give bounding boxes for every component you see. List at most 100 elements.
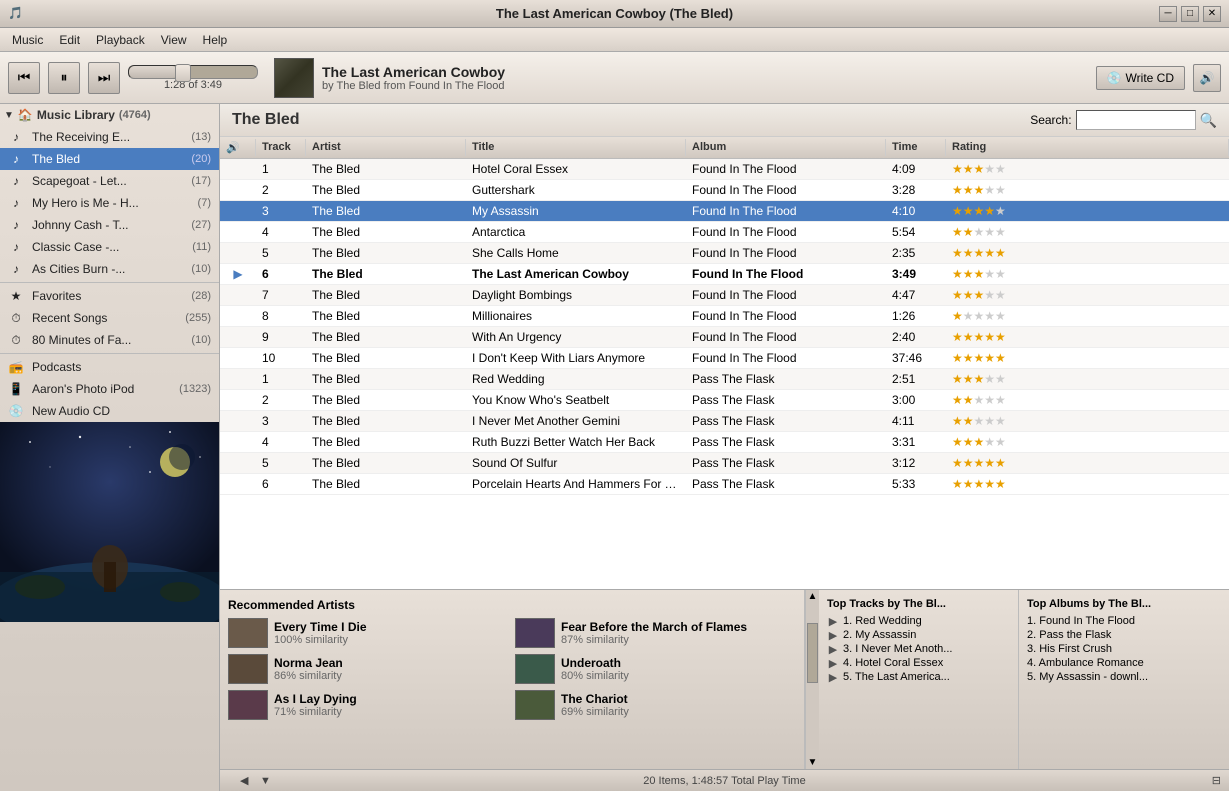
table-row[interactable]: 2 The Bled Guttershark Found In The Floo… <box>220 180 1229 201</box>
next-button[interactable]: ⏭ <box>88 62 120 94</box>
maximize-button[interactable]: □ <box>1181 6 1199 22</box>
list-item[interactable]: 2. Pass the Flask <box>1027 628 1221 642</box>
track-play-button[interactable]: ▶ <box>827 629 839 641</box>
row-rating[interactable]: ★★★★★ <box>946 285 1229 305</box>
table-row[interactable]: 1 The Bled Hotel Coral Essex Found In Th… <box>220 159 1229 180</box>
table-row[interactable]: 1 The Bled Red Wedding Pass The Flask 2:… <box>220 369 1229 390</box>
table-row[interactable]: 5 The Bled Sound Of Sulfur Pass The Flas… <box>220 453 1229 474</box>
sidebar-item-new-audio-cd[interactable]: 💿 New Audio CD <box>0 400 219 422</box>
list-item[interactable]: ▶2. My Assassin <box>827 628 1010 642</box>
nav-left[interactable]: ◀ <box>240 774 248 787</box>
list-item[interactable]: 3. His First Crush <box>1027 642 1221 656</box>
row-album: Found In The Flood <box>686 180 886 200</box>
row-rating[interactable]: ★★★★★ <box>946 201 1229 221</box>
menu-playback[interactable]: Playback <box>88 31 153 49</box>
row-rating[interactable]: ★★★★★ <box>946 180 1229 200</box>
sidebar-item-scapegoat[interactable]: ♪ Scapegoat - Let... (17) <box>0 170 219 192</box>
table-row[interactable]: 4 The Bled Antarctica Found In The Flood… <box>220 222 1229 243</box>
track-list-container[interactable]: 🔊 Track Artist Title Album Time Rating 1… <box>220 137 1229 589</box>
row-rating[interactable]: ★★★★★ <box>946 327 1229 347</box>
table-row[interactable]: 5 The Bled She Calls Home Found In The F… <box>220 243 1229 264</box>
row-rating[interactable]: ★★★★★ <box>946 348 1229 368</box>
row-rating[interactable]: ★★★★★ <box>946 432 1229 452</box>
row-rating[interactable]: ★★★★★ <box>946 411 1229 431</box>
row-rating[interactable]: ★★★★★ <box>946 390 1229 410</box>
pause-button[interactable]: ⏸ <box>48 62 80 94</box>
close-button[interactable]: ✕ <box>1203 6 1221 22</box>
sidebar-item-favorites[interactable]: ★ Favorites (28) <box>0 285 219 307</box>
list-item[interactable]: ▶3. I Never Met Anoth... <box>827 642 1010 656</box>
write-cd-button[interactable]: 💿 Write CD <box>1096 66 1185 90</box>
table-row[interactable]: 2 The Bled You Know Who's Seatbelt Pass … <box>220 390 1229 411</box>
list-item[interactable]: ▶5. The Last America... <box>827 670 1010 684</box>
sidebar-item-receiving[interactable]: ♪ The Receiving E... (13) <box>0 126 219 148</box>
artist-card[interactable]: Norma Jean 86% similarity <box>228 654 509 684</box>
nav-right[interactable]: ▼ <box>260 775 271 787</box>
row-rating[interactable]: ★★★★★ <box>946 264 1229 284</box>
scroll-thumb[interactable] <box>807 623 818 683</box>
artist-card[interactable]: Every Time I Die 100% similarity <box>228 618 509 648</box>
table-row[interactable]: 8 The Bled Millionaires Found In The Flo… <box>220 306 1229 327</box>
menu-music[interactable]: Music <box>4 31 51 49</box>
header-time[interactable]: Time <box>886 139 946 156</box>
table-row[interactable]: 9 The Bled With An Urgency Found In The … <box>220 327 1229 348</box>
header-rating[interactable]: Rating <box>946 139 1229 156</box>
row-rating[interactable]: ★★★★★ <box>946 369 1229 389</box>
track-play-button[interactable]: ▶ <box>827 657 839 669</box>
progress-thumb[interactable] <box>175 64 191 82</box>
table-row[interactable]: 3 The Bled My Assassin Found In The Floo… <box>220 201 1229 222</box>
header-artist[interactable]: Artist <box>306 139 466 156</box>
sidebar-item-photo-ipod[interactable]: 📱 Aaron's Photo iPod (1323) <box>0 378 219 400</box>
table-row[interactable]: 3 The Bled I Never Met Another Gemini Pa… <box>220 411 1229 432</box>
row-rating[interactable]: ★★★★★ <box>946 243 1229 263</box>
row-rating[interactable]: ★★★★★ <box>946 159 1229 179</box>
track-play-button[interactable]: ▶ <box>827 643 839 655</box>
list-item[interactable]: 4. Ambulance Romance <box>1027 656 1221 670</box>
list-item[interactable]: ▶1. Red Wedding <box>827 614 1010 628</box>
row-time: 2:51 <box>886 369 946 389</box>
header-track[interactable]: Track <box>256 139 306 156</box>
sidebar-item-80minutes[interactable]: ⏱ 80 Minutes of Fa... (10) <box>0 329 219 351</box>
sidebar-item-johnnycash[interactable]: ♪ Johnny Cash - T... (27) <box>0 214 219 236</box>
sidebar-item-recentsongs[interactable]: ⏱ Recent Songs (255) <box>0 307 219 329</box>
track-play-button[interactable]: ▶ <box>827 671 839 683</box>
list-item[interactable]: 5. My Assassin - downl... <box>1027 670 1221 684</box>
sidebar-item-classiccase[interactable]: ♪ Classic Case -... (11) <box>0 236 219 258</box>
progress-bar[interactable] <box>128 65 258 79</box>
sidebar-item-podcasts[interactable]: 📻 Podcasts <box>0 356 219 378</box>
table-row[interactable]: ▶ 6 The Bled The Last American Cowboy Fo… <box>220 264 1229 285</box>
artist-card[interactable]: Fear Before the March of Flames 87% simi… <box>515 618 796 648</box>
table-row[interactable]: 10 The Bled I Don't Keep With Liars Anym… <box>220 348 1229 369</box>
header-album[interactable]: Album <box>686 139 886 156</box>
artist-card[interactable]: The Chariot 69% similarity <box>515 690 796 720</box>
recommendations-scrollbar[interactable]: ▲ ▼ <box>805 590 819 769</box>
sidebar-item-myhero[interactable]: ♪ My Hero is Me - H... (7) <box>0 192 219 214</box>
list-item[interactable]: ▶4. Hotel Coral Essex <box>827 656 1010 670</box>
artist-card[interactable]: As I Lay Dying 71% similarity <box>228 690 509 720</box>
artist-card[interactable]: Underoath 80% similarity <box>515 654 796 684</box>
volume-button[interactable]: 🔊 <box>1193 64 1221 92</box>
menu-view[interactable]: View <box>153 31 195 49</box>
row-rating[interactable]: ★★★★★ <box>946 306 1229 326</box>
row-rating[interactable]: ★★★★★ <box>946 453 1229 473</box>
sidebar-item-bled[interactable]: ♪ The Bled (20) <box>0 148 219 170</box>
music-library-header[interactable]: ▼ 🏠 Music Library (4764) <box>0 104 219 126</box>
previous-button[interactable]: ⏮ <box>8 62 40 94</box>
header-title[interactable]: Title <box>466 139 686 156</box>
row-rating[interactable]: ★★★★★ <box>946 474 1229 494</box>
list-item[interactable]: 1. Found In The Flood <box>1027 614 1221 628</box>
track-play-button[interactable]: ▶ <box>827 615 839 627</box>
minimize-button[interactable]: ─ <box>1159 6 1177 22</box>
row-rating[interactable]: ★★★★★ <box>946 222 1229 242</box>
search-icon[interactable]: 🔍 <box>1200 112 1217 129</box>
search-input[interactable] <box>1076 110 1196 130</box>
sidebar-item-ascitiesburn[interactable]: ♪ As Cities Burn -... (10) <box>0 258 219 280</box>
resize-handle[interactable]: ⊟ <box>1212 774 1221 787</box>
table-row[interactable]: 7 The Bled Daylight Bombings Found In Th… <box>220 285 1229 306</box>
table-row[interactable]: 4 The Bled Ruth Buzzi Better Watch Her B… <box>220 432 1229 453</box>
scroll-up-button[interactable]: ▲ <box>806 590 819 603</box>
scroll-down-button[interactable]: ▼ <box>806 756 819 769</box>
menu-help[interactable]: Help <box>195 31 236 49</box>
menu-edit[interactable]: Edit <box>51 31 88 49</box>
table-row[interactable]: 6 The Bled Porcelain Hearts And Hammers … <box>220 474 1229 495</box>
